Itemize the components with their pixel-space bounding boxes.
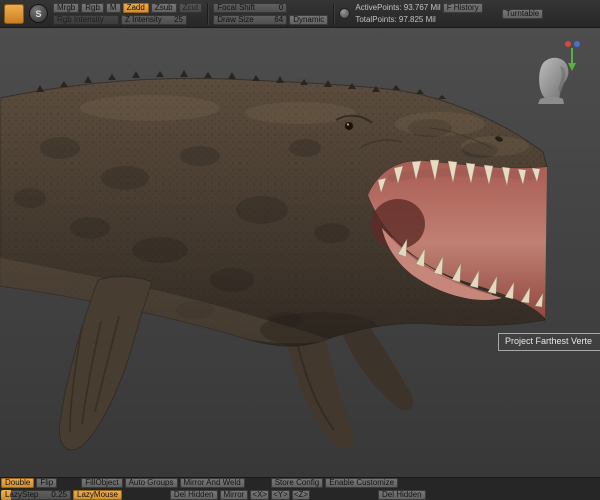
mosasaur-model[interactable] xyxy=(0,70,548,451)
throat-shadow xyxy=(371,199,425,249)
z-intensity-value: 25 xyxy=(174,14,183,24)
zadd-button[interactable]: Zadd xyxy=(122,2,149,13)
separator xyxy=(333,2,335,25)
m-button[interactable]: M xyxy=(105,2,121,13)
del-hidden-button[interactable]: Del Hidden xyxy=(169,490,218,500)
mrgb-button[interactable]: Mrgb xyxy=(53,2,80,13)
head-preview-thumbnail xyxy=(538,57,569,104)
lazystep-label: LazyStep xyxy=(5,490,39,499)
enable-customize-button[interactable]: Enable Customize xyxy=(325,478,399,488)
brush-preview-letter: S xyxy=(35,8,42,19)
lazystep-value: 0.25 xyxy=(51,490,67,499)
z-intensity-slider[interactable]: Z Intensity 25 xyxy=(121,14,187,25)
z-intensity-label: Z Intensity xyxy=(125,14,162,24)
del-hidden-2-button[interactable]: Del Hidden xyxy=(378,490,426,500)
points-icon xyxy=(339,8,351,19)
bottom-tray: Double Flip FillObject Auto Groups Mirro… xyxy=(0,477,600,500)
axis-z-button[interactable]: <Z> xyxy=(291,490,310,500)
bottom-row-1: Double Flip FillObject Auto Groups Mirro… xyxy=(1,478,599,488)
store-config-button[interactable]: Store Config xyxy=(270,478,324,488)
draw-size-value: 64 xyxy=(274,14,284,24)
bottom-row-2: LazyStep 0.25 LazyMouse Del Hidden Mirro… xyxy=(1,490,599,500)
flip-button[interactable]: Flip xyxy=(36,478,58,488)
total-points-stat: TotalPoints: 97.825 Mil xyxy=(355,14,436,24)
axis-y-button[interactable]: <Y> xyxy=(271,490,290,500)
focal-shift-slider[interactable]: Focal Shift 0 xyxy=(213,2,288,13)
auto-groups-button[interactable]: Auto Groups xyxy=(124,478,178,488)
app-logo-icon[interactable] xyxy=(4,3,24,24)
active-points-stat: ActivePoints: 93.767 Mil xyxy=(355,2,441,12)
brush-size-group: Focal Shift 0 Draw Size 64 Dynamic xyxy=(213,2,329,25)
tooltip: Project Farthest Verte xyxy=(497,333,600,351)
mirror-and-weld-button[interactable]: Mirror And Weld xyxy=(179,478,245,488)
dynamic-button[interactable]: Dynamic xyxy=(289,14,329,25)
lazymouse-button[interactable]: LazyMouse xyxy=(73,490,122,500)
zcut-button[interactable]: Zcut xyxy=(178,2,203,13)
turntable-button[interactable]: Turntable xyxy=(501,8,544,19)
points-stats-group: ActivePoints: 93.767 Mil F History Total… xyxy=(355,2,483,25)
front-flipper xyxy=(59,276,153,451)
separator xyxy=(207,2,209,25)
focal-shift-value: 0 xyxy=(278,2,284,12)
rgb-button[interactable]: Rgb xyxy=(81,2,104,13)
brush-preview-icon[interactable]: S xyxy=(29,4,48,23)
history-button[interactable]: F History xyxy=(442,2,483,13)
rgb-intensity-label: Rgb Intensity xyxy=(57,14,104,24)
draw-size-slider[interactable]: Draw Size 64 xyxy=(213,14,288,25)
draw-size-label: Draw Size xyxy=(217,14,254,24)
focal-shift-label: Focal Shift xyxy=(217,2,255,12)
double-button[interactable]: Double xyxy=(1,478,35,488)
axis-x-button[interactable]: <X> xyxy=(250,490,270,500)
top-shelf: S Mrgb Rgb M Zadd Zsub Zcut Rgb Intensit… xyxy=(0,0,600,28)
lazystep-slider[interactable]: LazyStep 0.25 xyxy=(1,490,71,500)
mirror-button[interactable]: Mirror xyxy=(219,490,249,500)
eye xyxy=(345,122,353,130)
paint-sculpt-group: Mrgb Rgb M Zadd Zsub Zcut Rgb Intensity … xyxy=(53,2,203,25)
rgb-intensity-slider[interactable]: Rgb Intensity xyxy=(53,14,119,25)
viewport-render xyxy=(0,41,580,451)
viewport-canvas[interactable]: Project Farthest Verte xyxy=(0,28,600,477)
zsub-button[interactable]: Zsub xyxy=(150,2,177,13)
eye-glint xyxy=(346,123,350,126)
fillobject-button[interactable]: FillObject xyxy=(81,478,123,488)
